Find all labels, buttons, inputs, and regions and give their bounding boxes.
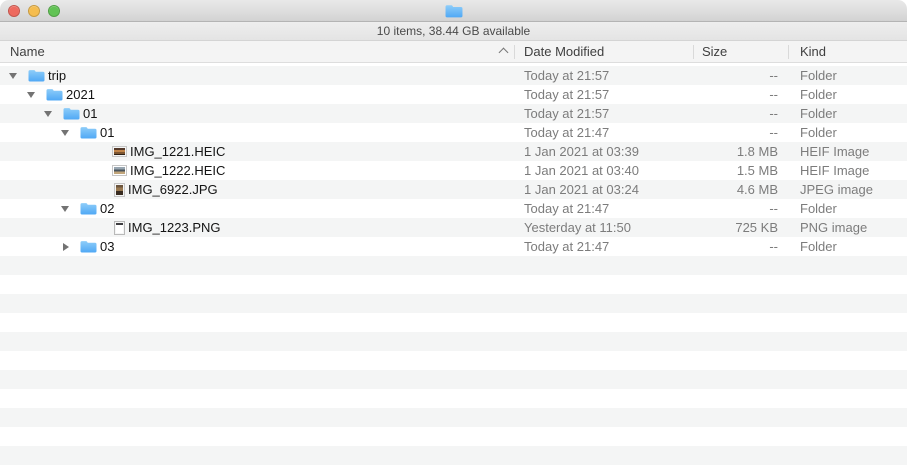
table-row[interactable]: IMG_6922.JPG 1 Jan 2021 at 03:24 4.6 MB … (0, 180, 907, 199)
kind-cell: JPEG image (800, 180, 873, 199)
file-name-label: 02 (100, 199, 114, 218)
file-name-label: IMG_6922.JPG (128, 180, 218, 199)
folder-icon (80, 202, 97, 216)
table-row[interactable]: 03 Today at 21:47 -- Folder (0, 237, 907, 256)
size-cell: 725 KB (693, 218, 778, 237)
photo-beach-landscape-icon (112, 165, 127, 176)
finder-window: 10 items, 38.44 GB available Name Date M… (0, 0, 907, 470)
kind-cell: Folder (800, 237, 837, 256)
column-header-kind[interactable]: Kind (800, 41, 826, 62)
kind-cell: Folder (800, 199, 837, 218)
name-cell: 01 (0, 123, 514, 142)
disclosure-triangle-expanded[interactable] (60, 130, 80, 136)
close-button[interactable] (8, 5, 20, 17)
file-list: trip Today at 21:57 -- Folder 2021 Today… (0, 63, 907, 470)
folder-icon (46, 88, 63, 102)
size-cell: -- (693, 123, 778, 142)
file-name-label: IMG_1222.HEIC (130, 161, 225, 180)
table-row[interactable]: 2021 Today at 21:57 -- Folder (0, 85, 907, 104)
table-row[interactable]: 01 Today at 21:47 -- Folder (0, 123, 907, 142)
column-header: Name Date Modified Size Kind (0, 41, 907, 63)
kind-cell: PNG image (800, 218, 867, 237)
date-modified-cell: Today at 21:47 (524, 199, 609, 218)
date-modified-cell: 1 Jan 2021 at 03:24 (524, 180, 639, 199)
status-bar: 10 items, 38.44 GB available (0, 22, 907, 41)
column-header-name[interactable]: Name (10, 41, 45, 62)
file-name-label: 2021 (66, 85, 95, 104)
file-name-label: 01 (83, 104, 97, 123)
date-modified-cell: Today at 21:57 (524, 104, 609, 123)
size-cell: -- (693, 104, 778, 123)
date-modified-cell: Today at 21:57 (524, 66, 609, 85)
name-cell: IMG_1223.PNG (0, 218, 514, 237)
folder-icon (80, 240, 97, 254)
photo-sunset-landscape-icon (112, 146, 127, 157)
disclosure-triangle-expanded[interactable] (43, 111, 63, 117)
file-name-label: IMG_1221.HEIC (130, 142, 225, 161)
size-cell: -- (693, 66, 778, 85)
minimize-button[interactable] (28, 5, 40, 17)
name-cell: IMG_1221.HEIC (0, 142, 514, 161)
traffic-lights (8, 5, 60, 17)
column-divider[interactable] (693, 45, 694, 59)
date-modified-cell: 1 Jan 2021 at 03:39 (524, 142, 639, 161)
date-modified-cell: 1 Jan 2021 at 03:40 (524, 161, 639, 180)
column-header-date-modified[interactable]: Date Modified (524, 41, 604, 62)
name-cell: IMG_1222.HEIC (0, 161, 514, 180)
size-cell: -- (693, 237, 778, 256)
kind-cell: Folder (800, 123, 837, 142)
screenshot-portrait-icon (114, 221, 125, 235)
folder-icon (80, 126, 97, 140)
date-modified-cell: Today at 21:47 (524, 237, 609, 256)
table-row[interactable]: trip Today at 21:57 -- Folder (0, 66, 907, 85)
kind-cell: Folder (800, 66, 837, 85)
disclosure-triangle-expanded[interactable] (26, 92, 46, 98)
disclosure-triangle-expanded[interactable] (8, 73, 28, 79)
kind-cell: HEIF Image (800, 161, 869, 180)
table-row[interactable]: IMG_1223.PNG Yesterday at 11:50 725 KB P… (0, 218, 907, 237)
size-cell: 4.6 MB (693, 180, 778, 199)
date-modified-cell: Today at 21:47 (524, 123, 609, 142)
column-header-size[interactable]: Size (702, 41, 727, 62)
column-divider[interactable] (788, 45, 789, 59)
size-cell: 1.8 MB (693, 142, 778, 161)
name-cell: 03 (0, 237, 514, 256)
photo-dark-portrait-icon (114, 183, 125, 197)
table-row[interactable]: 01 Today at 21:57 -- Folder (0, 104, 907, 123)
disclosure-triangle-collapsed[interactable] (60, 243, 80, 251)
size-cell: -- (693, 85, 778, 104)
sort-ascending-icon (499, 48, 509, 58)
name-cell: IMG_6922.JPG (0, 180, 514, 199)
folder-icon (28, 69, 45, 83)
file-name-label: trip (48, 66, 66, 85)
list-rows-background: trip Today at 21:57 -- Folder 2021 Today… (0, 66, 907, 470)
size-cell: 1.5 MB (693, 161, 778, 180)
date-modified-cell: Yesterday at 11:50 (524, 218, 631, 237)
folder-icon (63, 107, 80, 121)
table-row[interactable]: IMG_1222.HEIC 1 Jan 2021 at 03:40 1.5 MB… (0, 161, 907, 180)
zoom-button[interactable] (48, 5, 60, 17)
disclosure-triangle-expanded[interactable] (60, 206, 80, 212)
date-modified-cell: Today at 21:57 (524, 85, 609, 104)
folder-proxy-icon[interactable] (445, 4, 463, 18)
kind-cell: Folder (800, 85, 837, 104)
table-row[interactable]: 02 Today at 21:47 -- Folder (0, 199, 907, 218)
title-bar[interactable] (0, 0, 907, 22)
column-divider[interactable] (514, 45, 515, 59)
table-row[interactable]: IMG_1221.HEIC 1 Jan 2021 at 03:39 1.8 MB… (0, 142, 907, 161)
kind-cell: HEIF Image (800, 142, 869, 161)
name-cell: trip (0, 66, 514, 85)
name-cell: 2021 (0, 85, 514, 104)
file-name-label: IMG_1223.PNG (128, 218, 221, 237)
file-name-label: 03 (100, 237, 114, 256)
status-text: 10 items, 38.44 GB available (377, 24, 530, 38)
file-name-label: 01 (100, 123, 114, 142)
name-cell: 01 (0, 104, 514, 123)
kind-cell: Folder (800, 104, 837, 123)
size-cell: -- (693, 199, 778, 218)
name-cell: 02 (0, 199, 514, 218)
